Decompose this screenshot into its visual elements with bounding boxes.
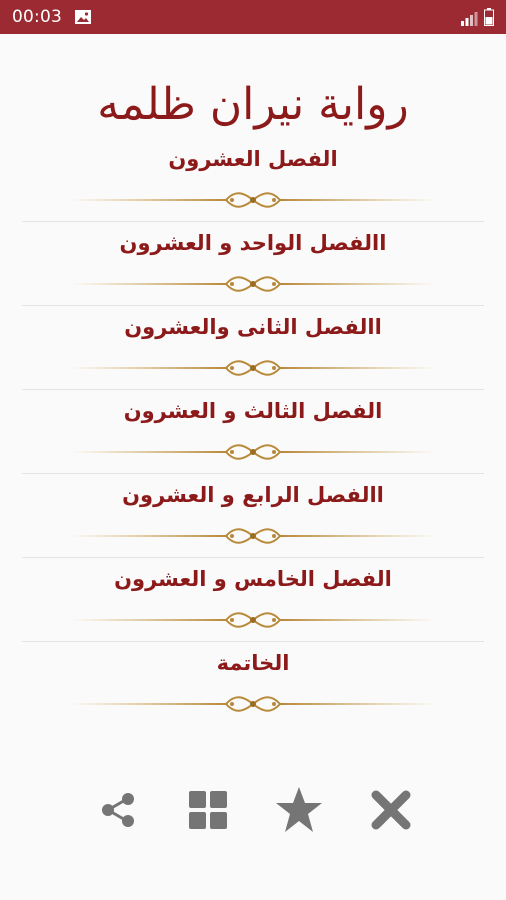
star-icon <box>276 787 322 832</box>
share-icon <box>102 793 134 827</box>
chapter-label: الفصل العشرون <box>168 147 338 171</box>
divider-ornament <box>70 276 436 292</box>
chapter-item-22[interactable]: االفصل الثانى والعشرون <box>0 306 506 390</box>
divider-ornament <box>70 612 436 628</box>
chapter-item-25[interactable]: الفصل الخامس و العشرون <box>0 558 506 642</box>
content-area: رواية نيران ظلمه الفصل العشرون االفصل ال… <box>0 34 506 900</box>
chapter-item-21[interactable]: االفصل الواحد و العشرون <box>0 222 506 306</box>
divider-ornament <box>70 696 436 712</box>
divider-ornament <box>70 360 436 376</box>
chapter-item-24[interactable]: االفصل الرابع و العشرون <box>0 474 506 558</box>
close-icon <box>371 790 411 830</box>
chapter-label: الفصل الثالث و العشرون <box>123 399 383 423</box>
chapter-label: الخاتمة <box>216 651 290 675</box>
chapter-item-epilogue[interactable]: الخاتمة <box>0 642 506 726</box>
divider-ornament <box>70 528 436 544</box>
divider-ornament <box>70 444 436 460</box>
chapter-label: االفصل الثانى والعشرون <box>124 315 382 339</box>
share-button[interactable] <box>90 782 146 838</box>
status-bar: 00:03 <box>0 0 506 34</box>
chapter-label: الفصل الخامس و العشرون <box>114 567 392 591</box>
favorite-button[interactable] <box>271 782 327 838</box>
status-time: 00:03 <box>12 7 62 27</box>
bottom-toolbar <box>0 776 506 846</box>
signal-icon <box>461 12 478 26</box>
close-button[interactable] <box>363 782 419 838</box>
chapter-list: الفصل العشرون االفصل الواحد و العشرون اا… <box>0 138 506 726</box>
battery-icon <box>484 8 494 26</box>
chapter-label: االفصل الرابع و العشرون <box>122 483 384 507</box>
grid-icon <box>189 791 227 829</box>
grid-button[interactable] <box>180 782 236 838</box>
chapter-label: االفصل الواحد و العشرون <box>119 231 387 255</box>
chapter-item-23[interactable]: الفصل الثالث و العشرون <box>0 390 506 474</box>
chapter-item-20[interactable]: الفصل العشرون <box>0 138 506 222</box>
divider-ornament <box>70 192 436 208</box>
page-title: رواية نيران ظلمه <box>97 79 409 130</box>
image-icon <box>75 10 91 24</box>
